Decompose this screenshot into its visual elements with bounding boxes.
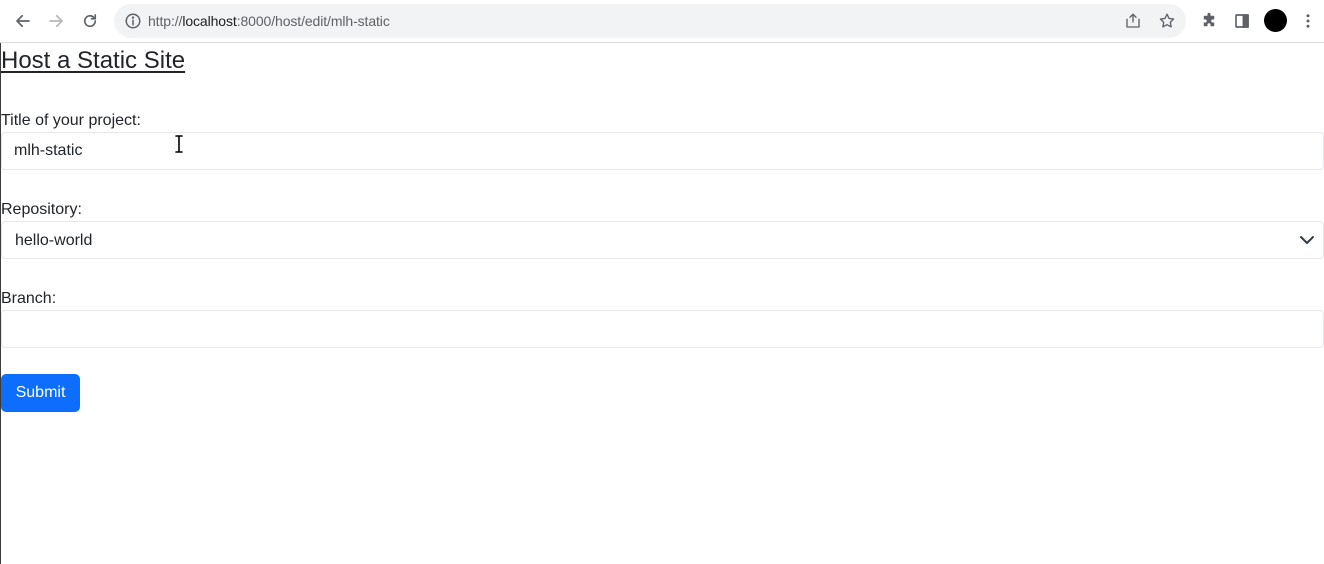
browser-toolbar: http://localhost:8000/host/edit/mlh-stat… [0, 0, 1324, 43]
address-url[interactable]: http://localhost:8000/host/edit/mlh-stat… [148, 13, 390, 29]
repository-selected-value: hello-world [15, 232, 93, 249]
url-path: :8000/host/edit/mlh-static [236, 13, 390, 29]
submit-button[interactable]: Submit [1, 374, 80, 412]
repository-label: Repository: [1, 201, 82, 218]
side-panel-icon[interactable] [1232, 11, 1252, 31]
text-cursor-icon [173, 134, 185, 154]
title-label: Title of your project: [1, 112, 141, 129]
menu-kebab-icon[interactable] [1298, 11, 1318, 31]
page-content: Host a Static Site Title of your project… [0, 43, 1324, 564]
branch-input[interactable] [1, 310, 1324, 348]
chevron-down-icon [1299, 232, 1315, 248]
branch-label: Branch: [1, 290, 57, 307]
url-scheme: http:// [148, 13, 183, 29]
reload-icon[interactable] [77, 8, 103, 34]
profile-avatar[interactable] [1264, 9, 1287, 32]
share-icon[interactable] [1124, 12, 1142, 30]
forward-arrow-icon[interactable] [43, 8, 69, 34]
address-bar[interactable]: http://localhost:8000/host/edit/mlh-stat… [114, 4, 1186, 38]
url-host: localhost [182, 13, 237, 29]
site-info-icon[interactable] [124, 12, 142, 30]
repository-select[interactable]: hello-world [1, 221, 1324, 259]
project-title-input[interactable] [1, 132, 1324, 170]
bookmark-star-icon[interactable] [1158, 12, 1176, 30]
page-title: Host a Static Site [1, 47, 186, 74]
back-arrow-icon[interactable] [10, 8, 36, 34]
extensions-icon[interactable] [1199, 11, 1219, 31]
